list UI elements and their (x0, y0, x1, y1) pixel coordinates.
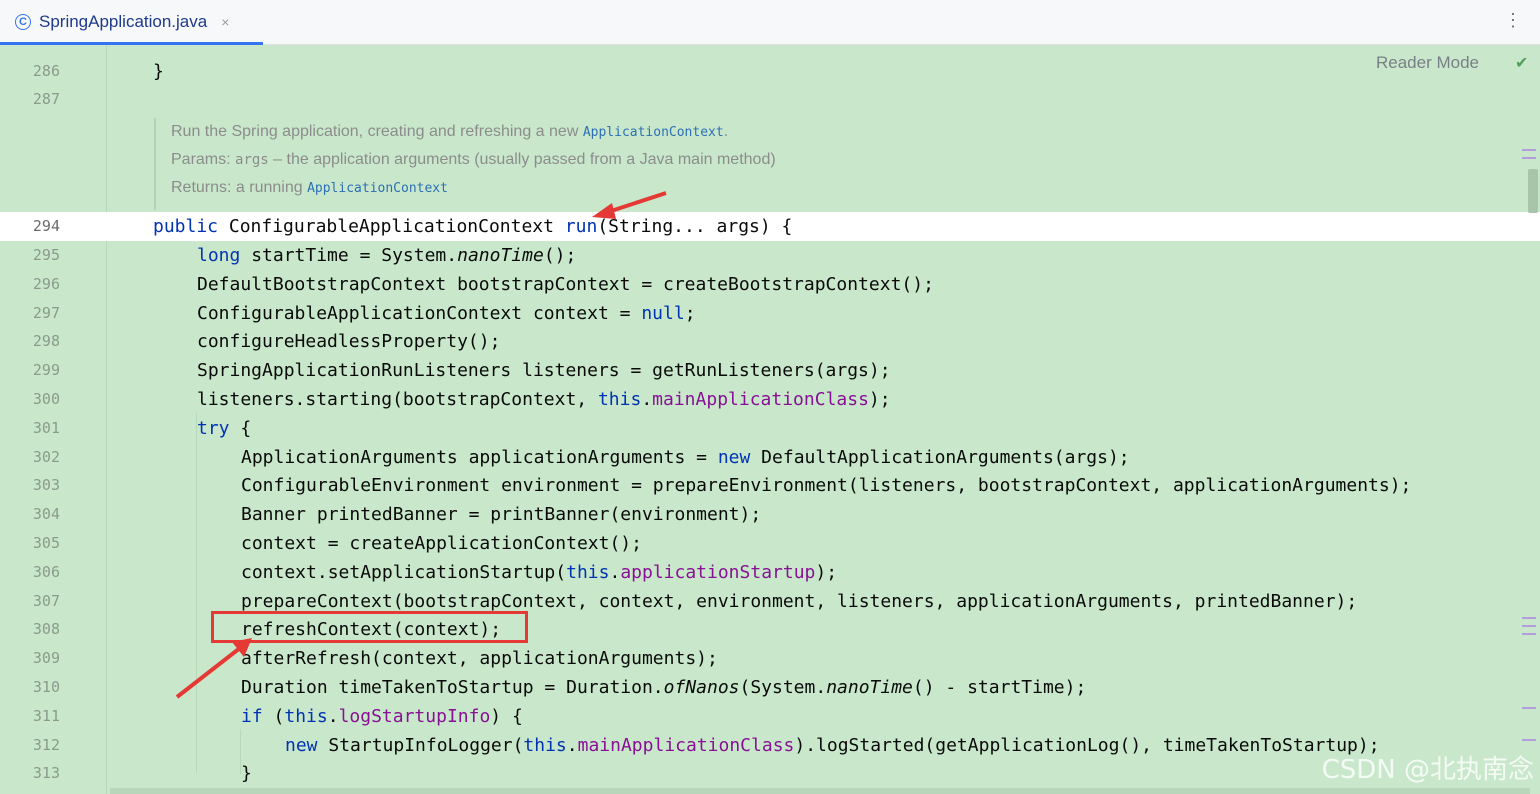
arrow-head-run-icon (592, 203, 616, 219)
annotation-arrows (175, 191, 667, 699)
arrow-to-run (607, 191, 667, 214)
watermark: CSDN @北执南念 (1321, 755, 1534, 785)
arrow-to-refresh (175, 646, 242, 699)
